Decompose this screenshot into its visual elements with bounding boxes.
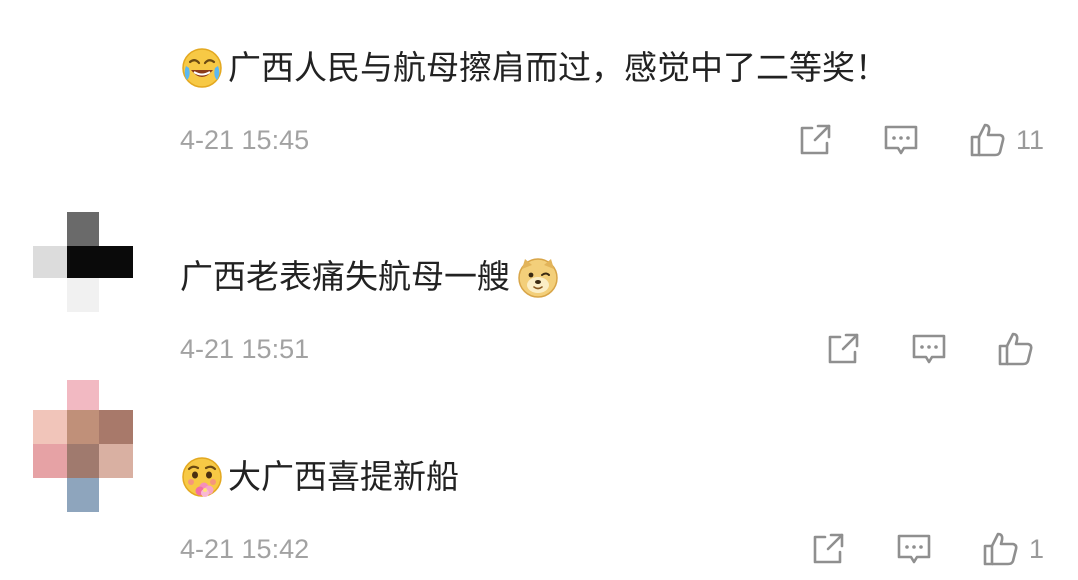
comment-icon[interactable] — [910, 330, 948, 368]
comment-actions: 1 — [809, 529, 1044, 569]
comment-text: 大广西喜提新船 — [228, 457, 459, 496]
comment-timestamp: 4-21 15:42 — [180, 534, 310, 564]
avatar[interactable] — [33, 212, 133, 312]
comment-content: 广西老表痛失航母一艘 — [180, 255, 560, 299]
comment-content: 大广西喜提新船 — [180, 455, 459, 499]
like-count: 1 — [1028, 533, 1044, 564]
thumbs-up-icon[interactable] — [968, 121, 1006, 159]
share-icon[interactable] — [809, 530, 847, 568]
comment-timestamp: 4-21 15:51 — [180, 334, 310, 364]
crying-laughing-emoji — [182, 48, 222, 88]
comment-timestamp: 4-21 15:45 — [180, 125, 310, 155]
avatar[interactable] — [33, 380, 133, 512]
thumbs-up-icon[interactable] — [996, 330, 1034, 368]
comment-icon[interactable] — [895, 530, 933, 568]
share-icon[interactable] — [796, 121, 834, 159]
share-icon[interactable] — [824, 330, 862, 368]
comment-actions — [824, 329, 1044, 369]
comment-text: 广西人民与航母擦肩而过，感觉中了二等奖！ — [228, 48, 888, 87]
comment-icon[interactable] — [882, 121, 920, 159]
comment-text: 广西老表痛失航母一艘 — [180, 257, 510, 296]
comment-content: 广西人民与航母擦肩而过，感觉中了二等奖！ — [180, 46, 888, 90]
like-count: 11 — [1015, 124, 1044, 155]
doge-emoji — [518, 258, 558, 298]
comment-list: 广西人民与航母擦肩而过，感觉中了二等奖！ 4-21 15:45 11 广西老表痛… — [0, 0, 1078, 580]
comment-actions: 11 — [796, 120, 1044, 160]
flower-cheer-emoji — [182, 457, 222, 497]
thumbs-up-icon[interactable] — [981, 530, 1019, 568]
